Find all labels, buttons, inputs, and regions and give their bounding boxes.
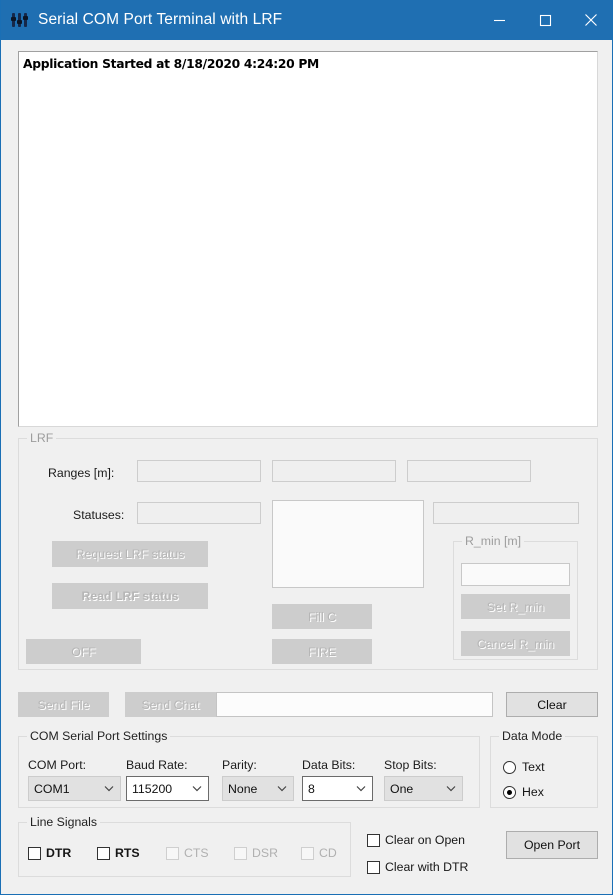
open-port-button[interactable]: Open Port bbox=[506, 831, 598, 859]
parity-value: None bbox=[228, 781, 258, 796]
r-min-input[interactable] bbox=[461, 563, 570, 586]
clear-button[interactable]: Clear bbox=[506, 692, 598, 717]
lrf-group-label: LRF bbox=[27, 431, 57, 445]
send-file-button[interactable]: Send File bbox=[18, 692, 109, 717]
baud-rate-select[interactable]: 115200 bbox=[126, 776, 209, 801]
data-bits-select[interactable]: 8 bbox=[302, 776, 373, 801]
stop-bits-select[interactable]: One bbox=[384, 776, 463, 801]
terminal-log-textbox[interactable]: Application Started at 8/18/2020 4:24:20… bbox=[18, 51, 598, 427]
maximize-icon[interactable] bbox=[522, 0, 568, 40]
data-bits-label: Data Bits: bbox=[302, 758, 356, 772]
baud-rate-value: 115200 bbox=[132, 781, 173, 796]
chevron-down-icon bbox=[98, 785, 120, 792]
parity-select[interactable]: None bbox=[222, 776, 294, 801]
send-chat-button[interactable]: Send Chat bbox=[125, 692, 216, 717]
range-field-1[interactable] bbox=[137, 460, 261, 482]
checkbox-box-icon bbox=[97, 846, 110, 860]
checkbox-box-icon bbox=[166, 846, 179, 860]
checkbox-cts-label: CTS bbox=[184, 846, 209, 860]
data-bits-value: 8 bbox=[308, 781, 315, 796]
checkbox-dsr: DSR bbox=[234, 846, 278, 860]
chevron-down-icon bbox=[350, 785, 372, 792]
checkbox-cts: CTS bbox=[166, 846, 209, 860]
checkbox-rts-label: RTS bbox=[115, 846, 140, 860]
checkbox-clear-on-open-label: Clear on Open bbox=[385, 833, 465, 847]
status-multiline-textbox[interactable] bbox=[272, 500, 424, 588]
off-button[interactable]: OFF bbox=[26, 639, 141, 664]
range-field-2[interactable] bbox=[272, 460, 396, 482]
checkbox-clear-on-open[interactable]: Clear on Open bbox=[367, 833, 465, 847]
radio-circle-icon bbox=[503, 760, 516, 774]
checkbox-box-icon bbox=[234, 846, 247, 860]
parity-label: Parity: bbox=[222, 758, 257, 772]
radio-circle-icon bbox=[503, 785, 516, 799]
radio-text-label: Text bbox=[522, 760, 545, 774]
read-lrf-status-button[interactable]: Read LRF status bbox=[52, 583, 208, 609]
data-mode-group-label: Data Mode bbox=[499, 729, 566, 743]
window-controls bbox=[476, 0, 612, 40]
radio-hex[interactable]: Hex bbox=[503, 785, 544, 799]
set-r-min-button[interactable]: Set R_min bbox=[461, 594, 570, 619]
stop-bits-label: Stop Bits: bbox=[384, 758, 437, 772]
com-port-select[interactable]: COM1 bbox=[28, 776, 121, 801]
title-bar: Serial COM Port Terminal with LRF bbox=[1, 0, 612, 40]
fire-button[interactable]: FIRE bbox=[272, 639, 372, 664]
request-lrf-status-button[interactable]: Request LRF status bbox=[52, 541, 208, 567]
com-settings-group-label: COM Serial Port Settings bbox=[27, 729, 171, 743]
ranges-label: Ranges [m]: bbox=[48, 466, 115, 480]
checkbox-dtr[interactable]: DTR bbox=[28, 846, 71, 860]
statuses-label: Statuses: bbox=[73, 508, 125, 522]
checkbox-box-icon bbox=[301, 846, 314, 860]
com-port-label: COM Port: bbox=[28, 758, 87, 772]
r-min-group-label: R_min [m] bbox=[462, 534, 525, 548]
close-icon[interactable] bbox=[568, 0, 612, 40]
app-window: Serial COM Port Terminal with LRF Applic… bbox=[0, 0, 613, 895]
range-field-3[interactable] bbox=[407, 460, 531, 482]
radio-hex-label: Hex bbox=[522, 785, 544, 799]
fill-c-button[interactable]: Fill C bbox=[272, 604, 372, 629]
stop-bits-value: One bbox=[390, 781, 414, 796]
chevron-down-icon bbox=[271, 785, 293, 792]
minimize-icon[interactable] bbox=[476, 0, 522, 40]
line-signals-group-label: Line Signals bbox=[27, 815, 100, 829]
checkbox-clear-with-dtr-label: Clear with DTR bbox=[385, 860, 469, 874]
checkbox-cd-label: CD bbox=[319, 846, 337, 860]
window-title: Serial COM Port Terminal with LRF bbox=[38, 11, 283, 28]
checkbox-box-icon bbox=[367, 860, 380, 874]
serial-port-icon bbox=[11, 11, 29, 29]
log-line: Application Started at 8/18/2020 4:24:20… bbox=[23, 57, 319, 71]
checkbox-box-icon bbox=[367, 833, 380, 847]
checkbox-cd: CD bbox=[301, 846, 337, 860]
chevron-down-icon bbox=[440, 785, 462, 792]
chevron-down-icon bbox=[186, 785, 208, 792]
checkbox-dsr-label: DSR bbox=[252, 846, 278, 860]
status-field-1[interactable] bbox=[137, 502, 261, 524]
checkbox-clear-with-dtr[interactable]: Clear with DTR bbox=[367, 860, 468, 874]
cancel-r-min-button[interactable]: Cancel R_min bbox=[461, 631, 570, 656]
checkbox-rts[interactable]: RTS bbox=[97, 846, 140, 860]
baud-rate-label: Baud Rate: bbox=[126, 758, 188, 772]
radio-text[interactable]: Text bbox=[503, 760, 545, 774]
checkbox-box-icon bbox=[28, 846, 41, 860]
com-port-value: COM1 bbox=[34, 781, 70, 796]
checkbox-dtr-label: DTR bbox=[46, 846, 72, 860]
status-field-2[interactable] bbox=[433, 502, 579, 524]
message-input[interactable] bbox=[216, 692, 493, 717]
